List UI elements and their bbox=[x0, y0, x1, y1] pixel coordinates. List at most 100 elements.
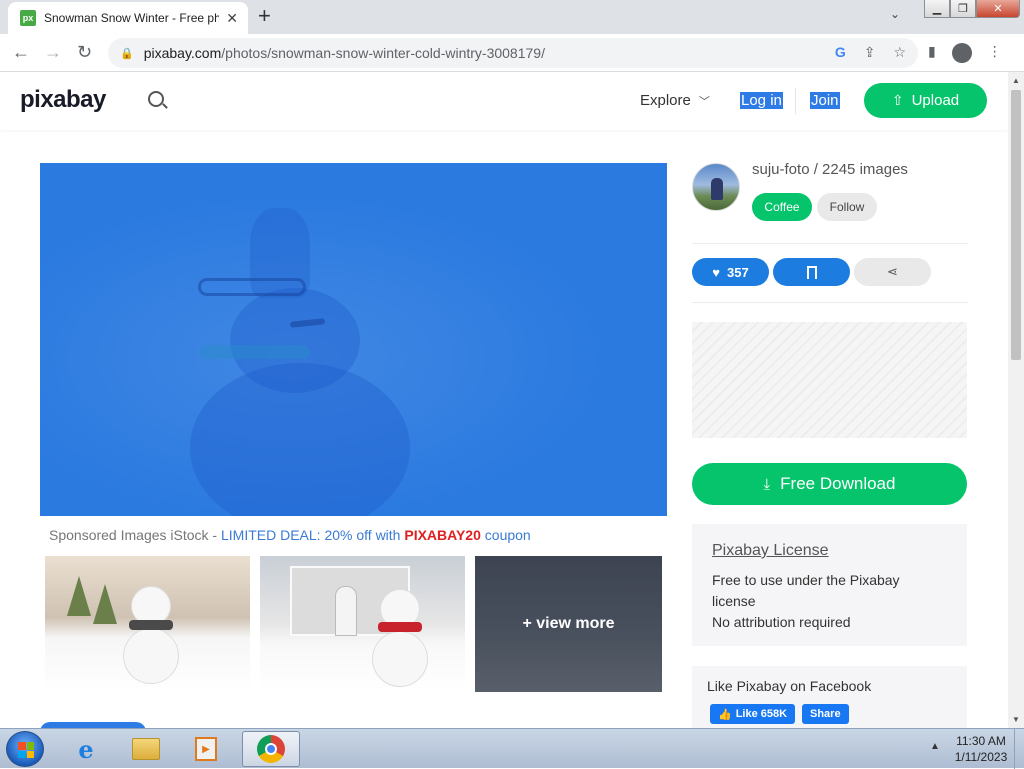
sponsored-prefix: Sponsored Images iStock - bbox=[49, 527, 221, 543]
facebook-title: Like Pixabay on Facebook bbox=[707, 678, 872, 694]
media-player-taskbar-icon[interactable]: ▶ bbox=[180, 731, 232, 767]
login-link[interactable]: Log in bbox=[740, 92, 783, 109]
windows-taskbar: e ▶ ▲ 11:30 AM 1/11/2023 bbox=[0, 728, 1024, 769]
clock-time: 11:30 AM bbox=[956, 734, 1006, 748]
profile-avatar-icon[interactable] bbox=[951, 43, 972, 63]
chrome-taskbar-icon[interactable] bbox=[242, 731, 300, 767]
main-photo[interactable] bbox=[40, 163, 667, 516]
share-icon: ⋖ bbox=[887, 264, 898, 279]
clock-date: 1/11/2023 bbox=[954, 750, 1008, 764]
tab-search-chevron-icon[interactable]: ⌄ bbox=[890, 7, 900, 21]
page-viewport: pixabay Explore ﹀ Log in Join ⇧ Upload Spo… bbox=[0, 72, 1008, 728]
sponsored-thumb[interactable] bbox=[260, 556, 465, 692]
file-explorer-taskbar-icon[interactable] bbox=[120, 731, 172, 767]
restore-icon[interactable]: ❐ bbox=[950, 0, 976, 18]
snowman-scarf bbox=[200, 345, 310, 359]
bookmark-icon bbox=[806, 265, 817, 283]
search-icon[interactable] bbox=[148, 91, 164, 107]
scrollbar-thumb[interactable] bbox=[1011, 90, 1021, 360]
window-controls: ▁ ❐ ✕ bbox=[924, 0, 1020, 18]
like-button[interactable]: ♥ 357 bbox=[692, 258, 769, 286]
facebook-like-button[interactable]: 👍 Like 658K bbox=[710, 704, 796, 724]
view-more-label[interactable]: + view more bbox=[475, 556, 662, 692]
show-desktop-button[interactable] bbox=[1014, 729, 1024, 769]
author-avatar[interactable] bbox=[692, 163, 740, 211]
browser-toolbar: ← → ↻ 🔒 pixabay.com/photos/snowman-snow-… bbox=[0, 34, 1024, 72]
bookmark-star-icon[interactable]: ☆ bbox=[893, 44, 906, 61]
tab-close-icon[interactable]: ✕ bbox=[226, 10, 238, 27]
coffee-button[interactable]: Coffee bbox=[752, 193, 812, 221]
facebook-like-label: Like 658K bbox=[735, 708, 788, 720]
tree bbox=[93, 584, 117, 624]
windows-flag-icon bbox=[18, 742, 34, 758]
new-tab-plus-icon[interactable]: + bbox=[258, 5, 271, 27]
download-label: Free Download bbox=[780, 474, 896, 493]
join-link[interactable]: Join bbox=[810, 92, 840, 109]
divider bbox=[692, 243, 968, 244]
explore-menu[interactable]: Explore ﹀ bbox=[640, 92, 710, 109]
thumbs-up-icon: 👍 bbox=[718, 708, 732, 721]
taskbar-clock[interactable]: 11:30 AM 1/11/2023 bbox=[950, 733, 1012, 765]
omnibox-actions: G ⇪ ☆ bbox=[835, 44, 906, 61]
internet-explorer-taskbar-icon[interactable]: e bbox=[60, 731, 112, 767]
tree bbox=[67, 576, 91, 616]
attribution-text: No attribution required bbox=[712, 614, 851, 630]
google-translate-icon[interactable]: G bbox=[835, 44, 846, 61]
license-link[interactable]: Pixabay License bbox=[712, 542, 947, 560]
facebook-share-button[interactable]: Share bbox=[802, 704, 849, 724]
chevron-down-icon: ﹀ bbox=[698, 96, 710, 108]
url-path: /photos/snowman-snow-winter-cold-wintry-… bbox=[221, 45, 545, 61]
tray-expand-icon[interactable]: ▲ bbox=[930, 741, 940, 752]
sponsored-deal-link[interactable]: LIMITED DEAL: 20% off with bbox=[221, 527, 404, 543]
scroll-up-icon[interactable]: ▲ bbox=[1012, 76, 1020, 85]
license-box: Pixabay License Free to use under the Pi… bbox=[692, 524, 967, 646]
coupon-code[interactable]: PIXABAY20 bbox=[404, 527, 481, 543]
author-name[interactable]: suju-foto / 2245 images bbox=[752, 161, 908, 178]
lock-icon: 🔒 bbox=[120, 47, 134, 60]
sponsored-suffix[interactable]: coupon bbox=[481, 527, 531, 543]
site-header: pixabay Explore ﹀ Log in Join ⇧ Upload bbox=[0, 72, 1008, 130]
upload-button[interactable]: ⇧ Upload bbox=[864, 83, 987, 118]
heart-icon: ♥ bbox=[712, 264, 720, 280]
chrome-menu-icon[interactable]: ⋮ bbox=[988, 43, 1002, 63]
browser-tab[interactable]: px Snowman Snow Winter - Free ph ✕ bbox=[8, 2, 248, 34]
side-panel-icon[interactable]: ▮ bbox=[928, 43, 936, 63]
door bbox=[335, 586, 357, 636]
free-download-button[interactable]: ⤓ Free Download bbox=[692, 463, 967, 505]
scroll-down-icon[interactable]: ▼ bbox=[1012, 715, 1020, 724]
browser-tab-strip: px Snowman Snow Winter - Free ph ✕ + ⌄ ▁… bbox=[0, 0, 1024, 34]
view-more-thumb[interactable]: + view more bbox=[475, 556, 662, 692]
save-button[interactable] bbox=[773, 258, 850, 286]
snowman-body bbox=[372, 631, 428, 687]
address-bar[interactable]: 🔒 pixabay.com/photos/snowman-snow-winter… bbox=[108, 38, 918, 68]
pixabay-logo[interactable]: pixabay bbox=[20, 86, 106, 114]
scarf bbox=[378, 622, 422, 632]
snowman-body bbox=[123, 628, 179, 684]
download-icon: ⤓ bbox=[763, 475, 771, 493]
divider bbox=[692, 302, 968, 303]
share-button[interactable]: ⋖ bbox=[854, 258, 931, 286]
address-url[interactable]: pixabay.com/photos/snowman-snow-winter-c… bbox=[144, 45, 545, 61]
upload-label: Upload bbox=[911, 92, 960, 109]
avatar-figure bbox=[711, 178, 723, 200]
window-close-icon[interactable]: ✕ bbox=[976, 0, 1020, 18]
minimize-icon[interactable]: ▁ bbox=[924, 0, 950, 18]
sponsored-line: Sponsored Images iStock - LIMITED DEAL: … bbox=[49, 527, 531, 543]
scarf bbox=[129, 620, 173, 630]
sponsored-thumb[interactable] bbox=[45, 556, 250, 692]
reload-icon[interactable]: ↻ bbox=[77, 42, 92, 62]
snowman-hat-band bbox=[198, 278, 306, 296]
toolbar-right: ▮ ⋮ bbox=[928, 43, 1002, 63]
share-page-icon[interactable]: ⇪ bbox=[864, 44, 876, 61]
pixabay-favicon: px bbox=[20, 10, 36, 26]
tab-title: Snowman Snow Winter - Free ph bbox=[44, 11, 219, 25]
forward-arrow-icon[interactable]: → bbox=[44, 42, 62, 62]
url-domain: pixabay.com bbox=[143, 45, 222, 61]
license-text: Free to use under the Pixabay license bbox=[712, 572, 900, 609]
start-button[interactable] bbox=[6, 731, 44, 767]
follow-button[interactable]: Follow bbox=[817, 193, 877, 221]
explore-label: Explore bbox=[640, 92, 691, 109]
page-scrollbar[interactable]: ▲ ▼ bbox=[1008, 72, 1024, 728]
back-arrow-icon[interactable]: ← bbox=[12, 42, 30, 62]
ad-placeholder bbox=[692, 322, 967, 438]
